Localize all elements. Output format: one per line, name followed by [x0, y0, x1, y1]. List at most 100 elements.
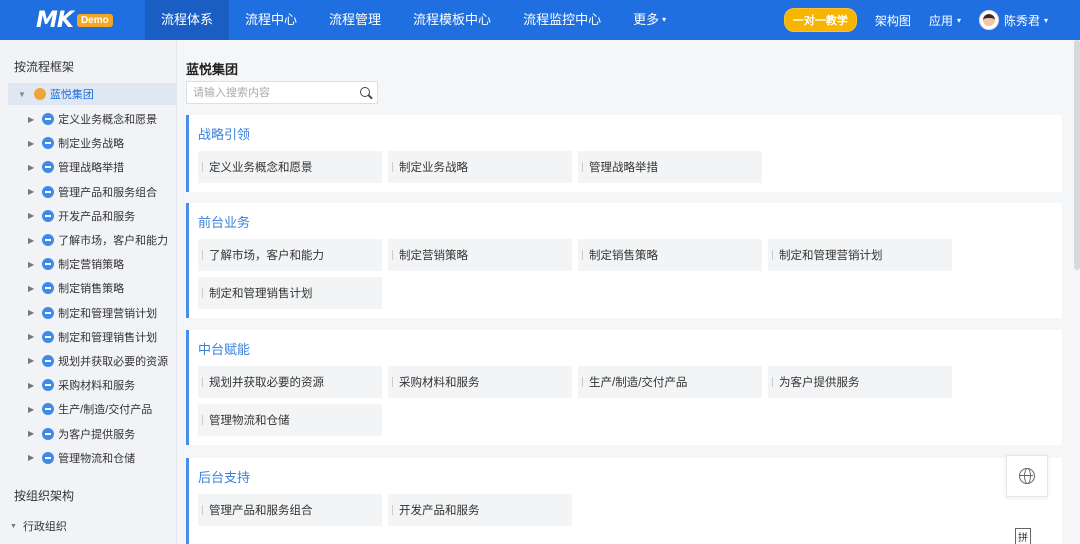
process-node-icon: [42, 113, 55, 126]
group-icon: [33, 88, 46, 100]
section-card-front-office: 前台业务 了解市场，客户和能力 制定营销策略 制定销售策略 制定和管理营销计划 …: [186, 203, 1062, 318]
nav-label: 更多: [633, 12, 660, 27]
tree-item[interactable]: ▶ 定义业务概念和愿景: [0, 107, 176, 131]
tree-item[interactable]: ▶ 管理物流和仓储: [0, 446, 176, 470]
search-icon[interactable]: [355, 82, 377, 104]
chevron-down-icon: ▾: [662, 15, 667, 24]
tree-item[interactable]: ▶ 生产/制造/交付产品: [0, 397, 176, 421]
process-node-icon: [42, 161, 55, 174]
section-title: 前台业务: [198, 215, 251, 230]
caret-right-icon[interactable]: ▶: [28, 332, 34, 341]
caret-right-icon[interactable]: ▶: [28, 429, 34, 438]
process-chip[interactable]: 生产/制造/交付产品: [578, 366, 762, 398]
tree-item-label: 制定和管理营销计划: [58, 307, 158, 320]
user-menu[interactable]: 陈秀君 ▾: [1004, 12, 1048, 29]
process-chip[interactable]: 开发产品和服务: [388, 494, 572, 526]
tree-item[interactable]: ▶ 开发产品和服务: [0, 204, 176, 228]
ime-pinyin-icon: 拼: [1015, 528, 1031, 544]
process-tree: ▶ 定义业务概念和愿景 ▶ 制定业务战略 ▶ 管理战略举措 ▶ 管理产品和服务组合 ▶ 开…: [0, 107, 176, 470]
process-chip[interactable]: 制定业务战略: [388, 151, 572, 183]
top-navigation-bar: MK Demo 流程体系 流程中心 流程管理 流程模板中心 流程监控中心 更多 ▾…: [0, 0, 1080, 40]
sidebar-heading-org: 按组织架构: [14, 489, 75, 503]
caret-down-icon[interactable]: ▼: [18, 90, 26, 99]
caret-right-icon[interactable]: ▶: [28, 405, 34, 414]
caret-down-icon[interactable]: ▼: [10, 523, 17, 530]
process-node-icon: [42, 403, 55, 416]
search-input[interactable]: [187, 82, 355, 103]
chevron-down-icon: ▾: [956, 15, 961, 25]
nav-label: 流程中心: [245, 12, 298, 27]
process-chip[interactable]: 了解市场，客户和能力: [198, 239, 382, 271]
tree-item-label: 管理产品和服务组合: [58, 186, 158, 199]
tree-item-admin-org[interactable]: ▼ 行政组织: [10, 518, 67, 534]
process-chip[interactable]: 规划并获取必要的资源: [198, 366, 382, 398]
nav-process-center[interactable]: 流程中心: [229, 0, 313, 40]
search-box: [186, 81, 378, 104]
process-chip[interactable]: 定义业务概念和愿景: [198, 151, 382, 183]
tree-item-label: 开发产品和服务: [58, 210, 136, 223]
architecture-link[interactable]: 架构图: [875, 12, 911, 29]
nav-template-center[interactable]: 流程模板中心: [397, 0, 507, 40]
tree-item-label: 制定和管理销售计划: [58, 331, 158, 344]
main-nav: 流程体系 流程中心 流程管理 流程模板中心 流程监控中心 更多 ▾: [145, 0, 682, 40]
ime-indicator: 拼: [1015, 528, 1031, 544]
caret-right-icon[interactable]: ▶: [28, 381, 34, 390]
process-node-icon: [42, 306, 55, 319]
app-logo[interactable]: MK Demo: [0, 0, 145, 40]
nav-more-menu[interactable]: 更多 ▾: [617, 0, 682, 40]
tree-item[interactable]: ▶ 制定销售策略: [0, 276, 176, 300]
tree-item[interactable]: ▶ 制定和管理营销计划: [0, 301, 176, 325]
tree-item-label: 行政组织: [22, 521, 67, 533]
nav-process-management[interactable]: 流程管理: [313, 0, 397, 40]
floating-globe-button[interactable]: [1006, 455, 1048, 497]
tutorial-promo-button[interactable]: 一对一教学: [783, 8, 857, 32]
process-chip[interactable]: 制定和管理营销计划: [768, 239, 952, 271]
tree-root-node[interactable]: ▼ 蓝悦集团: [8, 83, 176, 105]
tree-item[interactable]: ▶ 采购材料和服务: [0, 373, 176, 397]
tree-item-label: 定义业务概念和愿景: [58, 114, 158, 127]
tree-item[interactable]: ▶ 规划并获取必要的资源: [0, 349, 176, 373]
process-chip[interactable]: 管理物流和仓储: [198, 404, 382, 436]
user-avatar[interactable]: [978, 10, 999, 30]
caret-right-icon[interactable]: ▶: [28, 260, 34, 269]
process-chip[interactable]: 采购材料和服务: [388, 366, 572, 398]
process-node-icon: [42, 427, 55, 440]
process-chip[interactable]: 为客户提供服务: [768, 366, 952, 398]
process-node-icon: [42, 185, 55, 198]
caret-right-icon[interactable]: ▶: [28, 308, 34, 317]
tree-item[interactable]: ▶ 了解市场，客户和能力: [0, 228, 176, 252]
section-card-back-office: 后台支持 管理产品和服务组合 开发产品和服务: [186, 458, 1062, 544]
process-grid: 了解市场，客户和能力 制定营销策略 制定销售策略 制定和管理营销计划 制定和管理…: [198, 239, 978, 315]
tree-item[interactable]: ▶ 为客户提供服务: [0, 421, 176, 445]
tree-item-label: 规划并获取必要的资源: [58, 355, 169, 368]
tree-item[interactable]: ▶ 制定业务战略: [0, 131, 176, 155]
caret-right-icon[interactable]: ▶: [28, 236, 34, 245]
caret-right-icon[interactable]: ▶: [28, 187, 34, 196]
caret-right-icon[interactable]: ▶: [28, 356, 34, 365]
caret-right-icon[interactable]: ▶: [28, 211, 34, 220]
tree-item-label: 制定营销策略: [58, 259, 125, 272]
process-chip[interactable]: 制定和管理销售计划: [198, 277, 382, 309]
vertical-scrollbar[interactable]: [1074, 40, 1080, 270]
process-chip[interactable]: 管理产品和服务组合: [198, 494, 382, 526]
nav-monitor-center[interactable]: 流程监控中心: [507, 0, 617, 40]
tree-item[interactable]: ▶ 管理产品和服务组合: [0, 180, 176, 204]
chevron-down-icon: ▾: [1043, 15, 1048, 25]
process-node-icon: [42, 137, 55, 150]
tree-item[interactable]: ▶ 制定和管理销售计划: [0, 325, 176, 349]
caret-right-icon[interactable]: ▶: [28, 284, 34, 293]
nav-label: 流程体系: [161, 12, 214, 27]
tree-item[interactable]: ▶ 制定营销策略: [0, 252, 176, 276]
caret-right-icon[interactable]: ▶: [28, 453, 34, 462]
caret-right-icon[interactable]: ▶: [28, 115, 34, 124]
tree-item[interactable]: ▶ 管理战略举措: [0, 155, 176, 179]
sidebar: 按流程框架 ▼ 蓝悦集团 ▶ 定义业务概念和愿景 ▶ 制定业务战略 ▶ 管理战略举措 …: [0, 40, 177, 544]
process-chip[interactable]: 制定营销策略: [388, 239, 572, 271]
caret-right-icon[interactable]: ▶: [28, 139, 34, 148]
nav-process-system[interactable]: 流程体系: [145, 0, 230, 40]
process-chip[interactable]: 制定销售策略: [578, 239, 762, 271]
top-right-area: 一对一教学 架构图 应用 ▾ 陈秀君 ▾: [783, 0, 1080, 40]
process-chip[interactable]: 管理战略举措: [578, 151, 762, 183]
caret-right-icon[interactable]: ▶: [28, 163, 34, 172]
apps-menu[interactable]: 应用 ▾: [929, 12, 961, 29]
